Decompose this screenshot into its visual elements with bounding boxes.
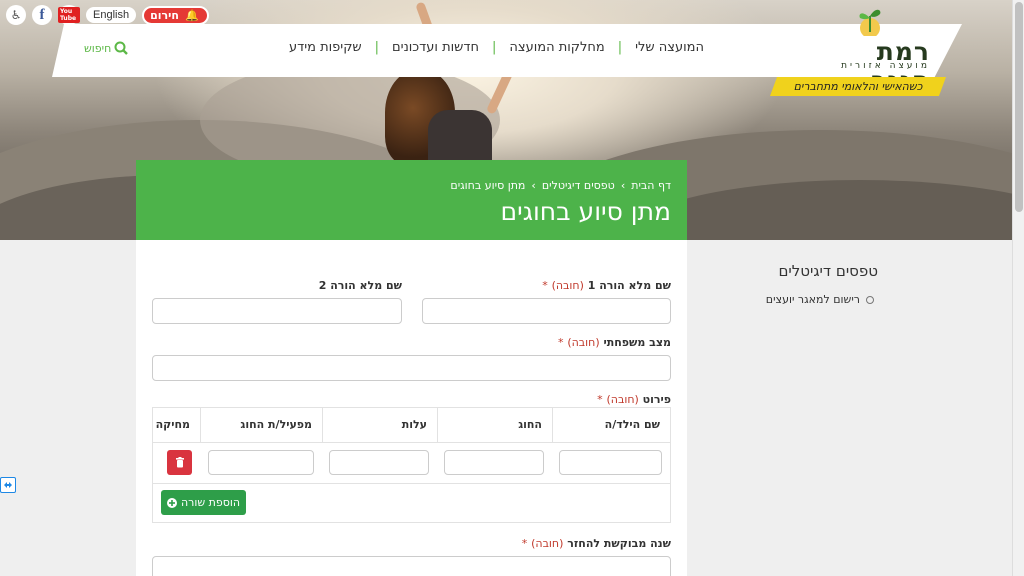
- scrollbar[interactable]: [1012, 0, 1024, 576]
- nav-item-departments[interactable]: מחלקות המועצה: [509, 40, 604, 55]
- page-header: דף הבית › טפסים דיגיטלים › מתן סיוע בחוג…: [136, 160, 687, 240]
- marital-status-label: מצב משפחתי (חובה) *: [557, 336, 671, 349]
- parent1-label: שם מלא הורה 1 (חובה) *: [542, 279, 671, 292]
- parent2-label: שם מלא הורה 2: [318, 279, 402, 292]
- remote-support-icon[interactable]: [0, 477, 16, 493]
- page-title: מתן סיוע בחוגים: [500, 197, 671, 226]
- table-header-operator: מפעיל/ת החוג: [200, 408, 322, 442]
- operator-input[interactable]: [208, 450, 314, 475]
- sidebar-item-consultants[interactable]: רישום למאגר יועצים: [740, 293, 874, 306]
- nav-item-my-council[interactable]: המועצה שלי: [635, 40, 704, 55]
- child-name-input[interactable]: [559, 450, 662, 475]
- parent1-input[interactable]: [422, 298, 671, 324]
- year-label: שנה מבוקשת להחזר (חובה) *: [521, 537, 671, 550]
- search-label: חיפוש: [84, 41, 112, 55]
- class-input[interactable]: [444, 450, 544, 475]
- plus-circle-icon: [166, 497, 177, 508]
- english-button[interactable]: English: [86, 7, 137, 23]
- emergency-button[interactable]: חירום 🔔: [142, 5, 209, 25]
- bullet-icon: [866, 295, 874, 304]
- sidebar-title: טפסים דיגיטלים: [778, 262, 878, 280]
- sidebar-item-label: רישום למאגר יועצים: [765, 293, 860, 306]
- table-header-delete: מחיקה: [155, 418, 190, 431]
- add-row-label: הוספת שורה: [180, 496, 241, 509]
- logo-subtitle: מועצה אזורית: [841, 61, 930, 71]
- cost-input[interactable]: [329, 450, 429, 475]
- emergency-label: חירום: [150, 8, 179, 22]
- accessibility-icon[interactable]: ♿: [6, 5, 26, 25]
- facebook-icon[interactable]: f: [32, 5, 52, 25]
- parent2-input[interactable]: [152, 298, 402, 324]
- details-table: שם הילד/ה החוג עלות מפעיל/ת החוג מחיקה ה…: [152, 407, 671, 523]
- scrollbar-thumb[interactable]: [1015, 2, 1023, 212]
- slogan: כשהאישי והלאומי מתחברים: [770, 77, 946, 96]
- nav-item-news[interactable]: חדשות ועדכונים: [392, 40, 479, 55]
- year-input[interactable]: [152, 556, 671, 576]
- delete-row-button[interactable]: [167, 450, 192, 475]
- add-row-button[interactable]: הוספת שורה: [161, 490, 246, 515]
- trash-icon: [175, 457, 184, 468]
- marital-status-input[interactable]: [152, 355, 671, 381]
- alarm-icon: 🔔: [184, 8, 199, 22]
- logo[interactable]: רמת הנגב מועצה אזורית: [812, 6, 932, 95]
- breadcrumb-digital-forms[interactable]: טפסים דיגיטלים: [542, 179, 615, 192]
- assistance-form: שם מלא הורה 1 (חובה) * שם מלא הורה 2 מצב…: [136, 240, 687, 576]
- sprout-icon: [859, 9, 881, 36]
- main-nav: המועצה שלי | מחלקות המועצה | חדשות ועדכו…: [288, 40, 704, 55]
- search-button[interactable]: חיפוש: [84, 41, 129, 55]
- table-header-class: החוג: [437, 408, 552, 442]
- utility-bar: ♿ f You Tube English חירום 🔔: [6, 5, 209, 25]
- breadcrumb: דף הבית › טפסים דיגיטלים › מתן סיוע בחוג…: [450, 179, 671, 192]
- search-icon: [114, 41, 129, 55]
- breadcrumb-home[interactable]: דף הבית: [631, 179, 671, 192]
- nav-item-transparency[interactable]: שקיפות מידע: [289, 40, 362, 55]
- table-header-cost: עלות: [322, 408, 437, 442]
- table-header-child: שם הילד/ה: [552, 408, 670, 442]
- youtube-icon[interactable]: You Tube: [58, 5, 80, 25]
- breadcrumb-current: מתן סיוע בחוגים: [450, 179, 526, 192]
- details-label: פירוט (חובה) *: [597, 393, 671, 406]
